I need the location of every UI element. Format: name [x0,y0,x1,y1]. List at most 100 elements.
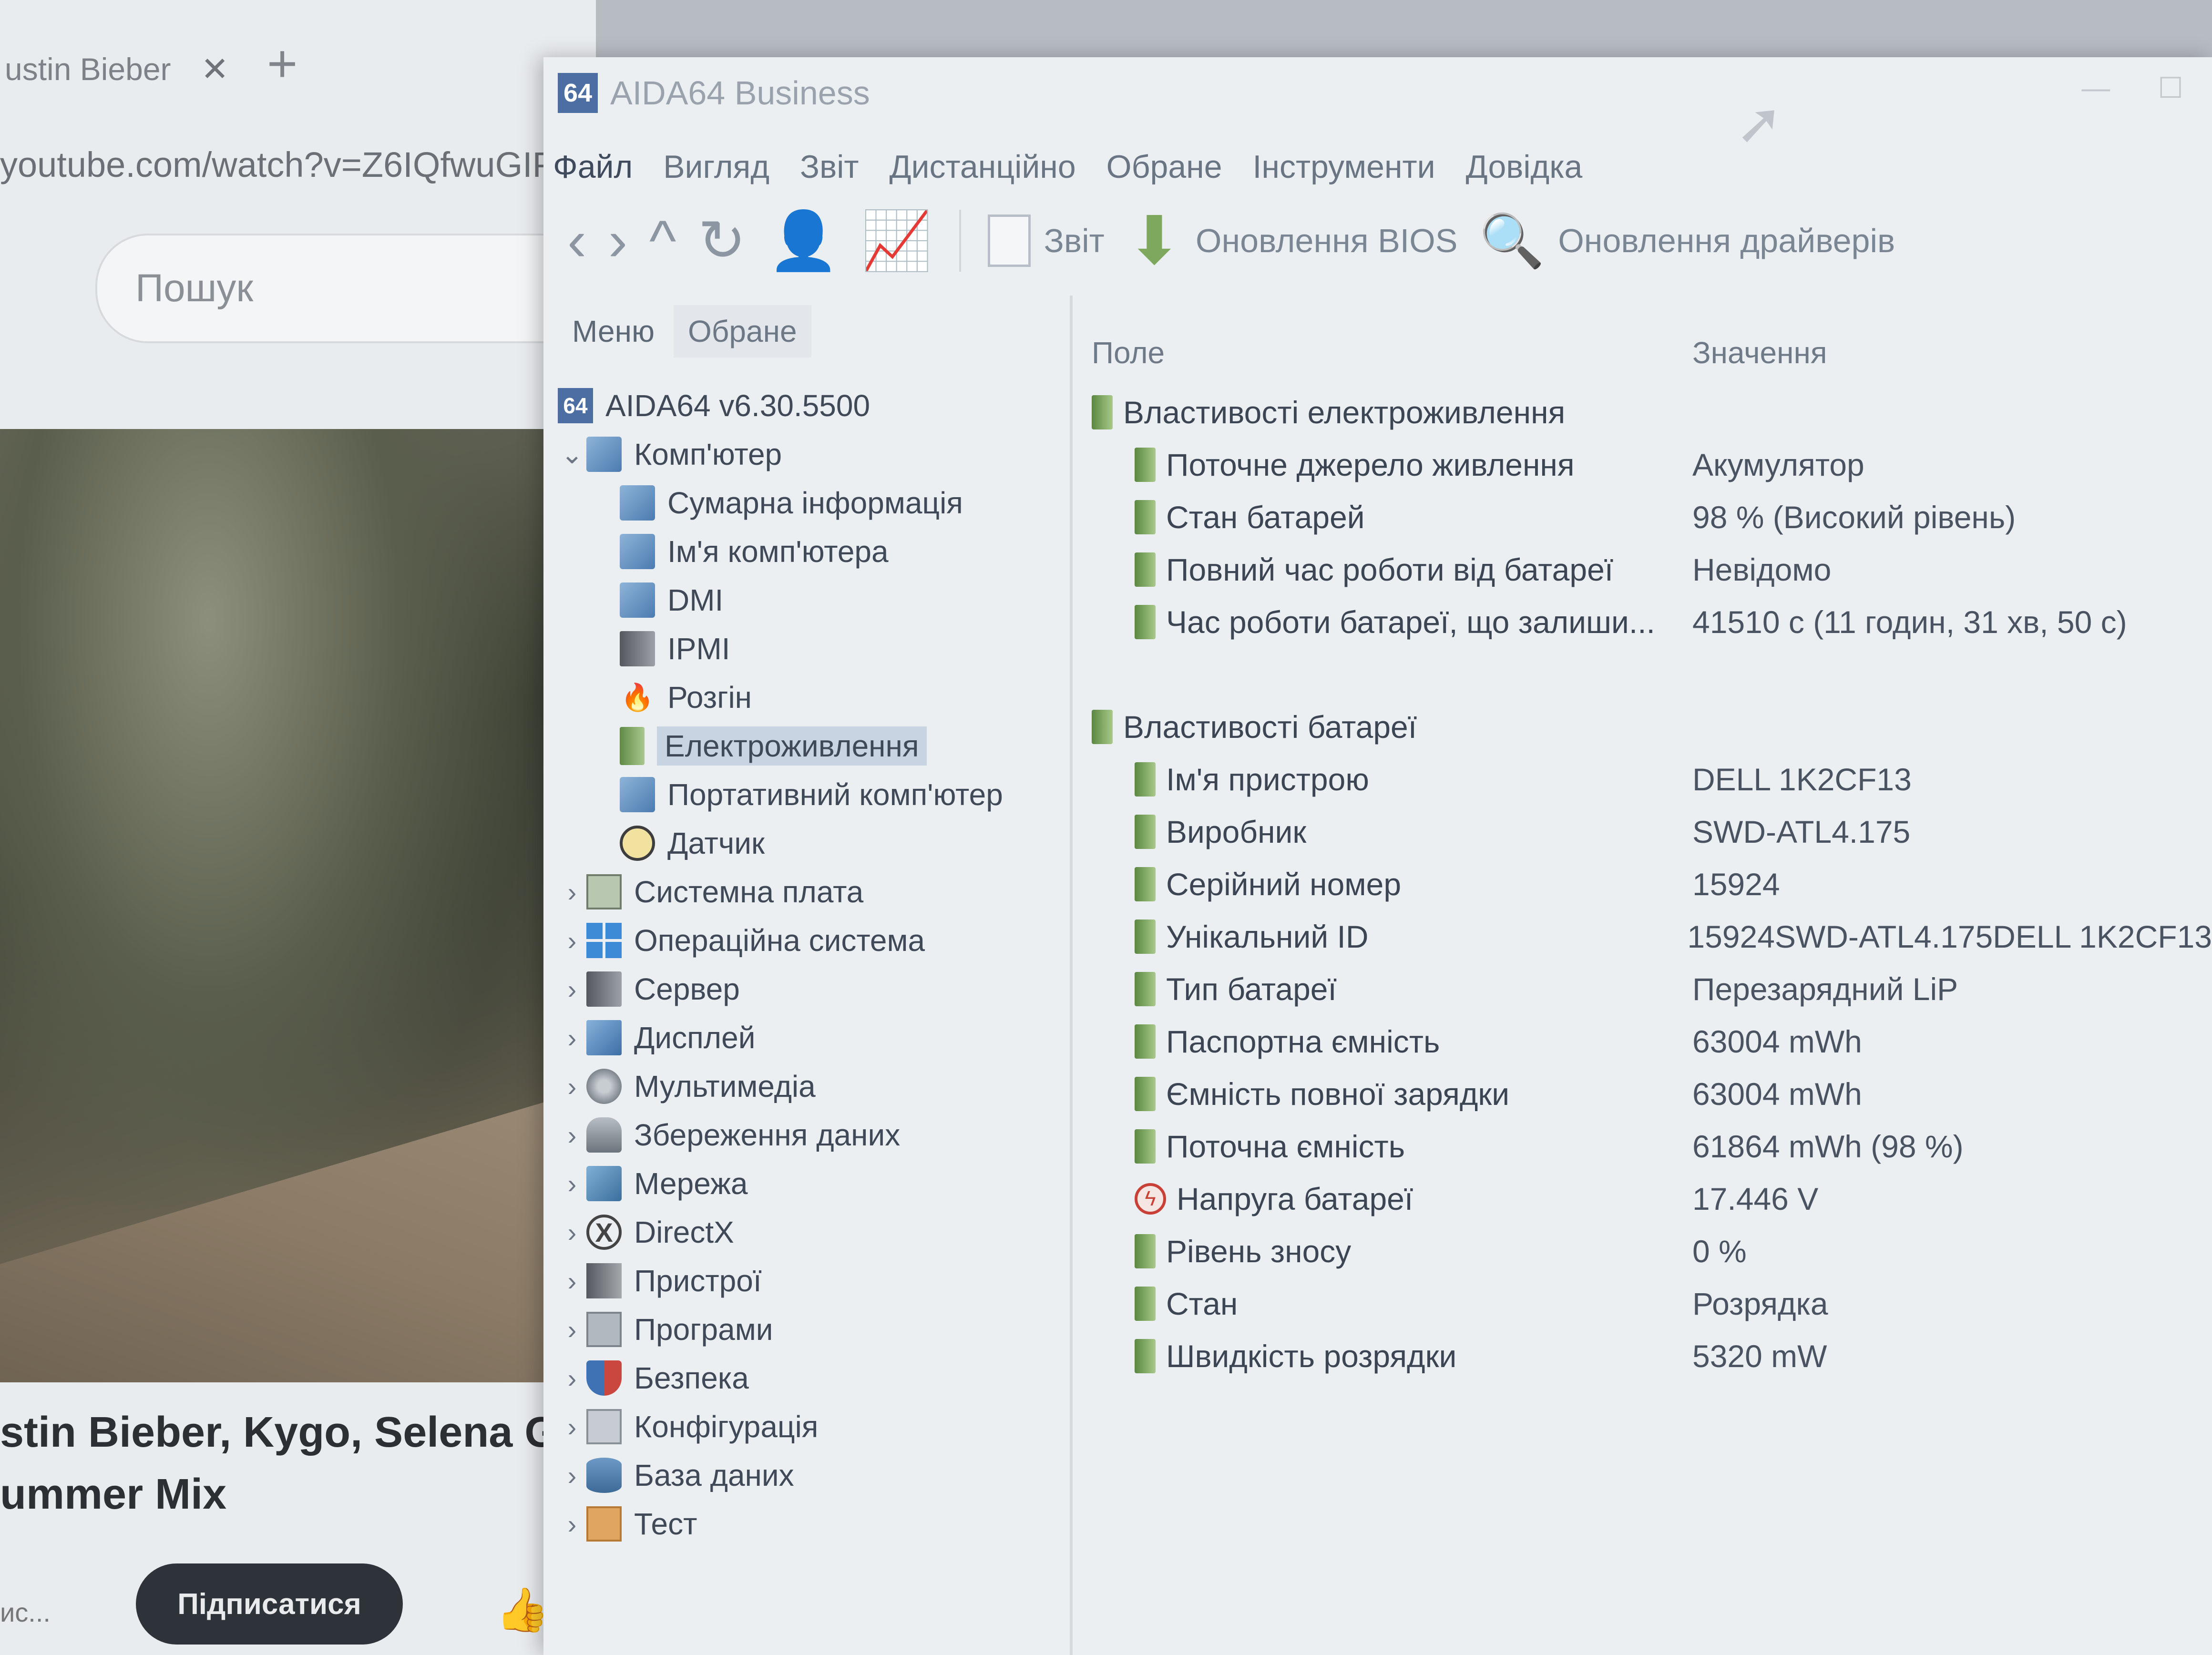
tree-item[interactable]: › Дисплей [558,1013,1068,1062]
title-bar[interactable]: 64 AIDA64 Business — ☐ [543,57,2212,129]
detail-row[interactable]: Повний час роботи від батареї Невідомо [1082,543,2212,596]
bios-update-label: Оновлення BIOS [1196,222,1458,259]
group-power-properties[interactable]: Властивості електроживлення [1082,386,2212,439]
collapse-chevron-icon[interactable]: ⌄ [558,439,586,470]
address-bar[interactable]: youtube.com/watch?v=Z6IQfwuGIP [0,129,596,200]
expand-chevron-icon[interactable]: › [558,1022,586,1053]
tree-item[interactable]: › Збереження даних [558,1111,1068,1159]
browser-tab[interactable]: ustin Bieber ✕ [0,29,248,110]
menu-report[interactable]: Звіт [800,148,859,185]
bios-update-button[interactable]: ⬇ Оновлення BIOS [1126,202,1458,280]
expand-chevron-icon[interactable]: › [558,1314,586,1345]
expand-chevron-icon[interactable]: › [558,1168,586,1199]
tree-item[interactable]: › Операційна система [558,916,1068,965]
tab-favorites[interactable]: Обране [673,305,811,358]
detail-row[interactable]: Стан батарей 98 % (Високий рівень) [1082,491,2212,543]
detail-row[interactable]: Виробник SWD-ATL4.175 [1082,806,2212,858]
detail-row[interactable]: Ємність повної зарядки 63004 mWh [1082,1068,2212,1120]
expand-chevron-icon[interactable]: › [558,877,586,908]
tree-item[interactable]: Електроживлення [558,722,1068,770]
search-input[interactable]: Пошук [95,234,596,343]
tree-item[interactable]: › Тест [558,1500,1068,1548]
tree-item[interactable]: › Безпека [558,1354,1068,1402]
expand-chevron-icon[interactable]: › [558,1363,586,1394]
group-battery-properties[interactable]: Властивості батареї [1082,701,2212,753]
expand-chevron-icon[interactable]: › [558,1411,586,1442]
tree-item[interactable]: › X DirectX [558,1208,1068,1257]
graph-icon[interactable]: 📈 [861,212,932,269]
detail-row[interactable]: Стан Розрядка [1082,1277,2212,1330]
detail-row[interactable]: Паспортна ємність 63004 mWh [1082,1015,2212,1068]
minimize-icon[interactable]: — [2081,72,2110,105]
tree-item[interactable]: IPMI [558,624,1068,673]
like-icon[interactable]: 👍 [496,1585,549,1635]
expand-chevron-icon[interactable]: › [558,925,586,956]
user-icon[interactable]: 👤 [768,212,839,269]
tree-item[interactable]: › База даних [558,1451,1068,1500]
back-icon[interactable]: ‹ [567,212,586,269]
tree-item[interactable]: › Конфігурація [558,1402,1068,1451]
tree-item[interactable]: Датчик [558,819,1068,868]
tree-item[interactable]: DMI [558,576,1068,624]
expand-chevron-icon[interactable]: › [558,1460,586,1491]
detail-row[interactable]: Тип батареї Перезарядний LiP [1082,963,2212,1015]
detail-row[interactable]: Поточне джерело живлення Акумулятор [1082,439,2212,491]
detail-row[interactable]: Поточна ємність 61864 mWh (98 %) [1082,1120,2212,1173]
fire-icon: 🔥 [621,682,654,712]
detail-value: Розрядка [1692,1286,1828,1321]
tree-item[interactable]: › Мультимедіа [558,1062,1068,1111]
expand-chevron-icon[interactable]: › [558,1217,586,1248]
tree-item[interactable]: › Пристрої [558,1257,1068,1305]
menu-remote[interactable]: Дистанційно [889,148,1075,185]
close-tab-icon[interactable]: ✕ [201,50,229,89]
detail-row[interactable]: Час роботи батареї, що залиши... 41510 с … [1082,596,2212,648]
menu-help[interactable]: Довідка [1466,148,1583,185]
voltage-icon: ϟ [1135,1183,1166,1215]
expand-chevron-icon[interactable]: › [558,1071,586,1102]
detail-row[interactable]: Серійний номер 15924 [1082,858,2212,910]
battery-icon [1135,552,1156,587]
computer-icon [586,437,622,472]
report-button[interactable]: Звіт [987,215,1105,267]
menu-file[interactable]: Файл [553,148,633,185]
window-title: AIDA64 Business [610,74,870,112]
column-header-field[interactable]: Поле [1082,335,1692,370]
subscribe-button[interactable]: Підписатися [136,1563,403,1645]
tree-item[interactable]: › Системна плата [558,868,1068,916]
expand-chevron-icon[interactable]: › [558,1509,586,1540]
tree-item[interactable]: 🔥 Розгін [558,673,1068,722]
tree-item[interactable]: ⌄ Комп'ютер [558,430,1068,479]
maximize-icon[interactable]: ☐ [2158,72,2183,105]
expand-chevron-icon[interactable]: › [558,1266,586,1297]
forward-icon[interactable]: › [608,212,627,269]
tree-item[interactable]: Портативний комп'ютер [558,770,1068,819]
expand-chevron-icon[interactable]: › [558,974,586,1005]
menu-favorites[interactable]: Обране [1106,148,1222,185]
detail-row[interactable]: ϟ Напруга батареї 17.446 V [1082,1173,2212,1225]
menu-tools[interactable]: Інструменти [1253,148,1435,185]
tree-item[interactable]: › Мережа [558,1159,1068,1208]
tree-item[interactable]: › Сервер [558,965,1068,1013]
detail-row[interactable]: Ім'я пристрою DELL 1K2CF13 [1082,753,2212,806]
up-icon[interactable]: ^ [649,212,676,269]
detail-value: 61864 mWh (98 %) [1692,1129,1964,1164]
detail-field: Серійний номер [1082,866,1692,902]
battery-icon [1135,972,1156,1006]
new-tab-icon[interactable]: + [267,33,297,94]
menu-view[interactable]: Вигляд [663,148,769,185]
refresh-icon[interactable]: ↻ [698,212,746,269]
tab-menu[interactable]: Меню [558,305,669,358]
tree-item[interactable]: 64 AIDA64 v6.30.5500 [558,381,1068,430]
column-header-value[interactable]: Значення [1692,335,2212,370]
video-player[interactable] [0,429,596,1382]
detail-row[interactable]: Рівень зносу 0 % [1082,1225,2212,1277]
detail-row[interactable]: Унікальний ID 15924SWD-ATL4.175DELL 1K2CF… [1082,910,2212,963]
detail-row[interactable]: Швидкість розрядки 5320 mW [1082,1330,2212,1382]
expand-chevron-icon[interactable]: › [558,1120,586,1151]
driver-update-button[interactable]: 🔍 Оновлення драйверів [1479,210,1895,272]
tree-item[interactable]: Сумарна інформація [558,479,1068,527]
windows-icon [586,923,622,958]
devices-icon [586,1263,622,1298]
tree-item[interactable]: Ім'я комп'ютера [558,527,1068,576]
tree-item[interactable]: › Програми [558,1305,1068,1354]
